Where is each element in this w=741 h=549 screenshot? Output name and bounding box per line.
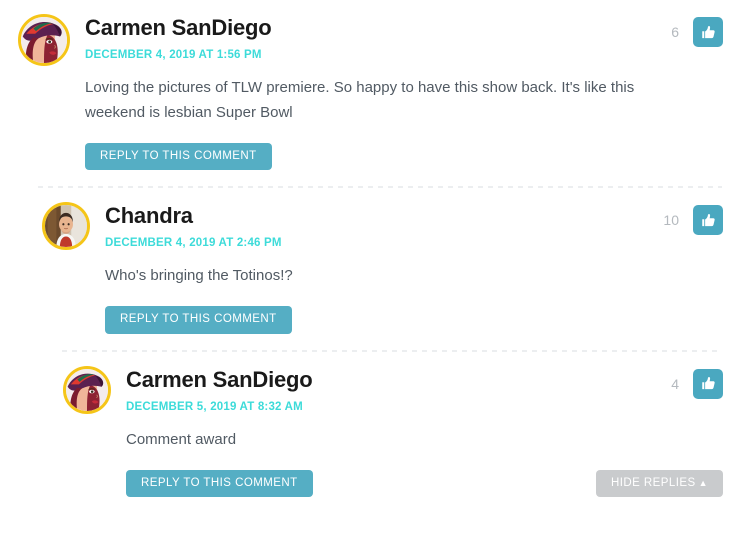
reply-to-this-comment-button[interactable]: REPLY TO THIS COMMENT	[126, 469, 313, 498]
comment-content: Carmen SanDiego DECEMBER 4, 2019 AT 1:56…	[70, 14, 723, 171]
comment-author-block: Carmen SanDiego DECEMBER 4, 2019 AT 1:56…	[85, 14, 272, 61]
reply-to-this-comment-button[interactable]: REPLY TO THIS COMMENT	[105, 306, 292, 334]
like-widget: 10	[663, 202, 723, 236]
like-button[interactable]	[693, 205, 723, 236]
comment-actions: REPLY TO THIS COMMENT	[85, 142, 723, 171]
like-button[interactable]	[693, 17, 723, 47]
comment-header: Carmen SanDiego DECEMBER 5, 2019 AT 8:32…	[126, 366, 723, 413]
like-widget: 4	[665, 366, 723, 399]
reply-to-this-comment-button[interactable]: REPLY TO THIS COMMENT	[85, 142, 272, 171]
comment-timestamp: DECEMBER 4, 2019 AT 2:46 PM	[105, 237, 282, 250]
comment-header: Chandra DECEMBER 4, 2019 AT 2:46 PM 10	[105, 202, 723, 249]
comment-text: Loving the pictures of TLW premiere. So …	[85, 79, 635, 121]
like-count: 6	[671, 24, 679, 40]
like-widget: 6	[665, 14, 723, 47]
comment-timestamp: DECEMBER 4, 2019 AT 1:56 PM	[85, 49, 262, 62]
comment-item: Carmen SanDiego DECEMBER 4, 2019 AT 1:56…	[0, 0, 741, 186]
like-count: 4	[671, 375, 679, 392]
comment-row: Carmen SanDiego DECEMBER 5, 2019 AT 8:32…	[63, 365, 723, 498]
comment-author-name: Carmen SanDiego	[126, 366, 313, 392]
comment-item: Chandra DECEMBER 4, 2019 AT 2:46 PM 10 W…	[0, 188, 741, 349]
comment-content: Carmen SanDiego DECEMBER 5, 2019 AT 8:32…	[111, 366, 723, 498]
comment-text: Who's bringing the Totinos!?	[105, 267, 293, 285]
hide-replies-label: HIDE REPLIES	[610, 476, 696, 489]
comment-author-name: Carmen SanDiego	[85, 15, 272, 40]
comment-item: Carmen SanDiego DECEMBER 5, 2019 AT 8:32…	[0, 352, 741, 513]
like-button[interactable]	[693, 368, 723, 399]
comment-timestamp: DECEMBER 5, 2019 AT 8:32 AM	[126, 400, 303, 413]
comment-author-block: Chandra DECEMBER 4, 2019 AT 2:46 PM	[105, 202, 282, 250]
comment-row: Chandra DECEMBER 4, 2019 AT 2:46 PM 10 W…	[42, 202, 723, 334]
thumbs-up-icon	[701, 213, 716, 228]
hide-replies-button[interactable]: HIDE REPLIES ▲	[595, 469, 723, 498]
like-count: 10	[663, 212, 679, 229]
comment-actions: REPLY TO THIS COMMENT	[105, 306, 723, 334]
thumbs-up-icon	[701, 25, 716, 40]
carmen-sandiego-avatar	[63, 365, 111, 414]
comment-thread: Carmen SanDiego DECEMBER 4, 2019 AT 1:56…	[0, 0, 741, 549]
thumbs-up-icon	[701, 376, 716, 391]
comment-header: Carmen SanDiego DECEMBER 4, 2019 AT 1:56…	[85, 14, 723, 61]
carmen-sandiego-avatar	[18, 14, 70, 66]
caret-up-icon: ▲	[698, 477, 708, 488]
comment-author-name: Chandra	[105, 203, 193, 229]
comment-row: Carmen SanDiego DECEMBER 4, 2019 AT 1:56…	[18, 14, 723, 171]
comment-text: Comment award	[126, 430, 237, 448]
chandra-photo-avatar	[42, 202, 90, 251]
comment-content: Chandra DECEMBER 4, 2019 AT 2:46 PM 10 W…	[90, 202, 723, 334]
comment-author-block: Carmen SanDiego DECEMBER 5, 2019 AT 8:32…	[126, 366, 313, 413]
comment-actions: REPLY TO THIS COMMENT HIDE REPLIES ▲	[126, 469, 723, 498]
